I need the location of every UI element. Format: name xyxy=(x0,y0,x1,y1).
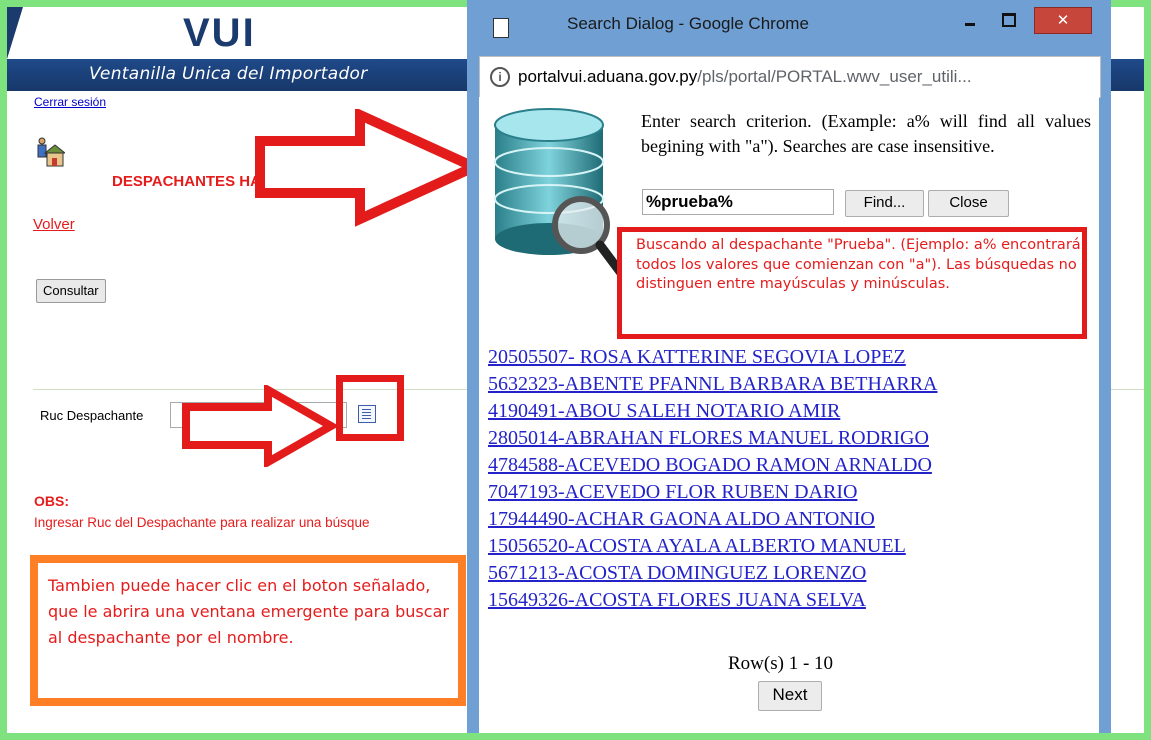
row-counter: Row(s) 1 - 10 xyxy=(728,653,834,674)
url-text: portalvui.aduana.gov.py/pls/portal/PORTA… xyxy=(518,67,972,87)
database-search-icon xyxy=(494,108,626,278)
criterion-text: Enter search criterion. (Example: a% wil… xyxy=(641,111,1091,156)
logout-link[interactable]: Cerrar sesión xyxy=(34,95,106,109)
document-icon xyxy=(493,18,509,38)
callout-text: Tambien puede hacer clic en el boton señ… xyxy=(48,576,449,647)
url-bar[interactable]: i portalvui.aduana.gov.py/pls/portal/POR… xyxy=(479,56,1101,98)
red-arrow-icon xyxy=(255,109,482,227)
ruc-label: Ruc Despachante xyxy=(40,408,144,423)
house-person-icon xyxy=(37,137,65,167)
red-arrow-icon xyxy=(182,385,338,467)
translation-note-text: Buscando al despachante "Prueba". (Ejemp… xyxy=(636,237,1081,292)
callout-box: Tambien puede hacer clic en el boton señ… xyxy=(30,555,466,706)
close-icon[interactable]: ✕ xyxy=(1034,7,1092,34)
result-link[interactable]: 15649326-ACOSTA FLORES JUANA SELVA xyxy=(488,587,937,614)
translation-note-box: Buscando al despachante "Prueba". (Ejemp… xyxy=(617,227,1087,339)
consult-button[interactable]: Consultar xyxy=(36,279,106,303)
find-button[interactable]: Find... xyxy=(845,190,924,217)
search-dialog-window: Search Dialog - Google Chrome ✕ i portal… xyxy=(467,0,1111,733)
result-link[interactable]: 2805014-ABRAHAN FLORES MANUEL RODRIGO xyxy=(488,425,937,452)
highlight-box xyxy=(336,375,404,441)
window-title: Search Dialog - Google Chrome xyxy=(567,14,809,33)
url-host: portalvui.aduana.gov.py xyxy=(518,67,698,86)
header-tagline: Ventanilla Unica del Importador xyxy=(89,64,368,84)
dialog-content: Enter search criterion. (Example: a% wil… xyxy=(479,97,1099,733)
result-link[interactable]: 20505507- ROSA KATTERINE SEGOVIA LOPEZ xyxy=(488,344,937,371)
obs-text: Ingresar Ruc del Despachante para realiz… xyxy=(34,515,370,530)
result-link[interactable]: 17944490-ACHAR GAONA ALDO ANTONIO xyxy=(488,506,937,533)
back-link[interactable]: Volver xyxy=(33,216,75,233)
result-link[interactable]: 7047193-ACEVEDO FLOR RUBEN DARIO xyxy=(488,479,937,506)
next-button[interactable]: Next xyxy=(758,681,822,711)
url-path: /pls/portal/PORTAL.wwv_user_utili... xyxy=(697,67,972,86)
result-link[interactable]: 5632323-ABENTE PFANNL BARBARA BETHARRA xyxy=(488,371,937,398)
result-link[interactable]: 5671213-ACOSTA DOMINGUEZ LORENZO xyxy=(488,560,937,587)
maximize-icon[interactable] xyxy=(1002,13,1016,27)
logo-swoosh xyxy=(7,7,23,59)
obs-title: OBS: xyxy=(34,493,69,509)
close-button[interactable]: Close xyxy=(928,190,1009,217)
result-link[interactable]: 4190491-ABOU SALEH NOTARIO AMIR xyxy=(488,398,937,425)
results-list: 20505507- ROSA KATTERINE SEGOVIA LOPEZ 5… xyxy=(488,344,937,614)
minimize-icon[interactable] xyxy=(965,23,975,26)
result-link[interactable]: 15056520-ACOSTA AYALA ALBERTO MANUEL xyxy=(488,533,937,560)
search-input[interactable]: %prueba% xyxy=(642,189,834,215)
result-link[interactable]: 4784588-ACEVEDO BOGADO RAMON ARNALDO xyxy=(488,452,937,479)
info-icon[interactable]: i xyxy=(490,67,510,87)
vui-logo: VUI xyxy=(183,11,256,55)
